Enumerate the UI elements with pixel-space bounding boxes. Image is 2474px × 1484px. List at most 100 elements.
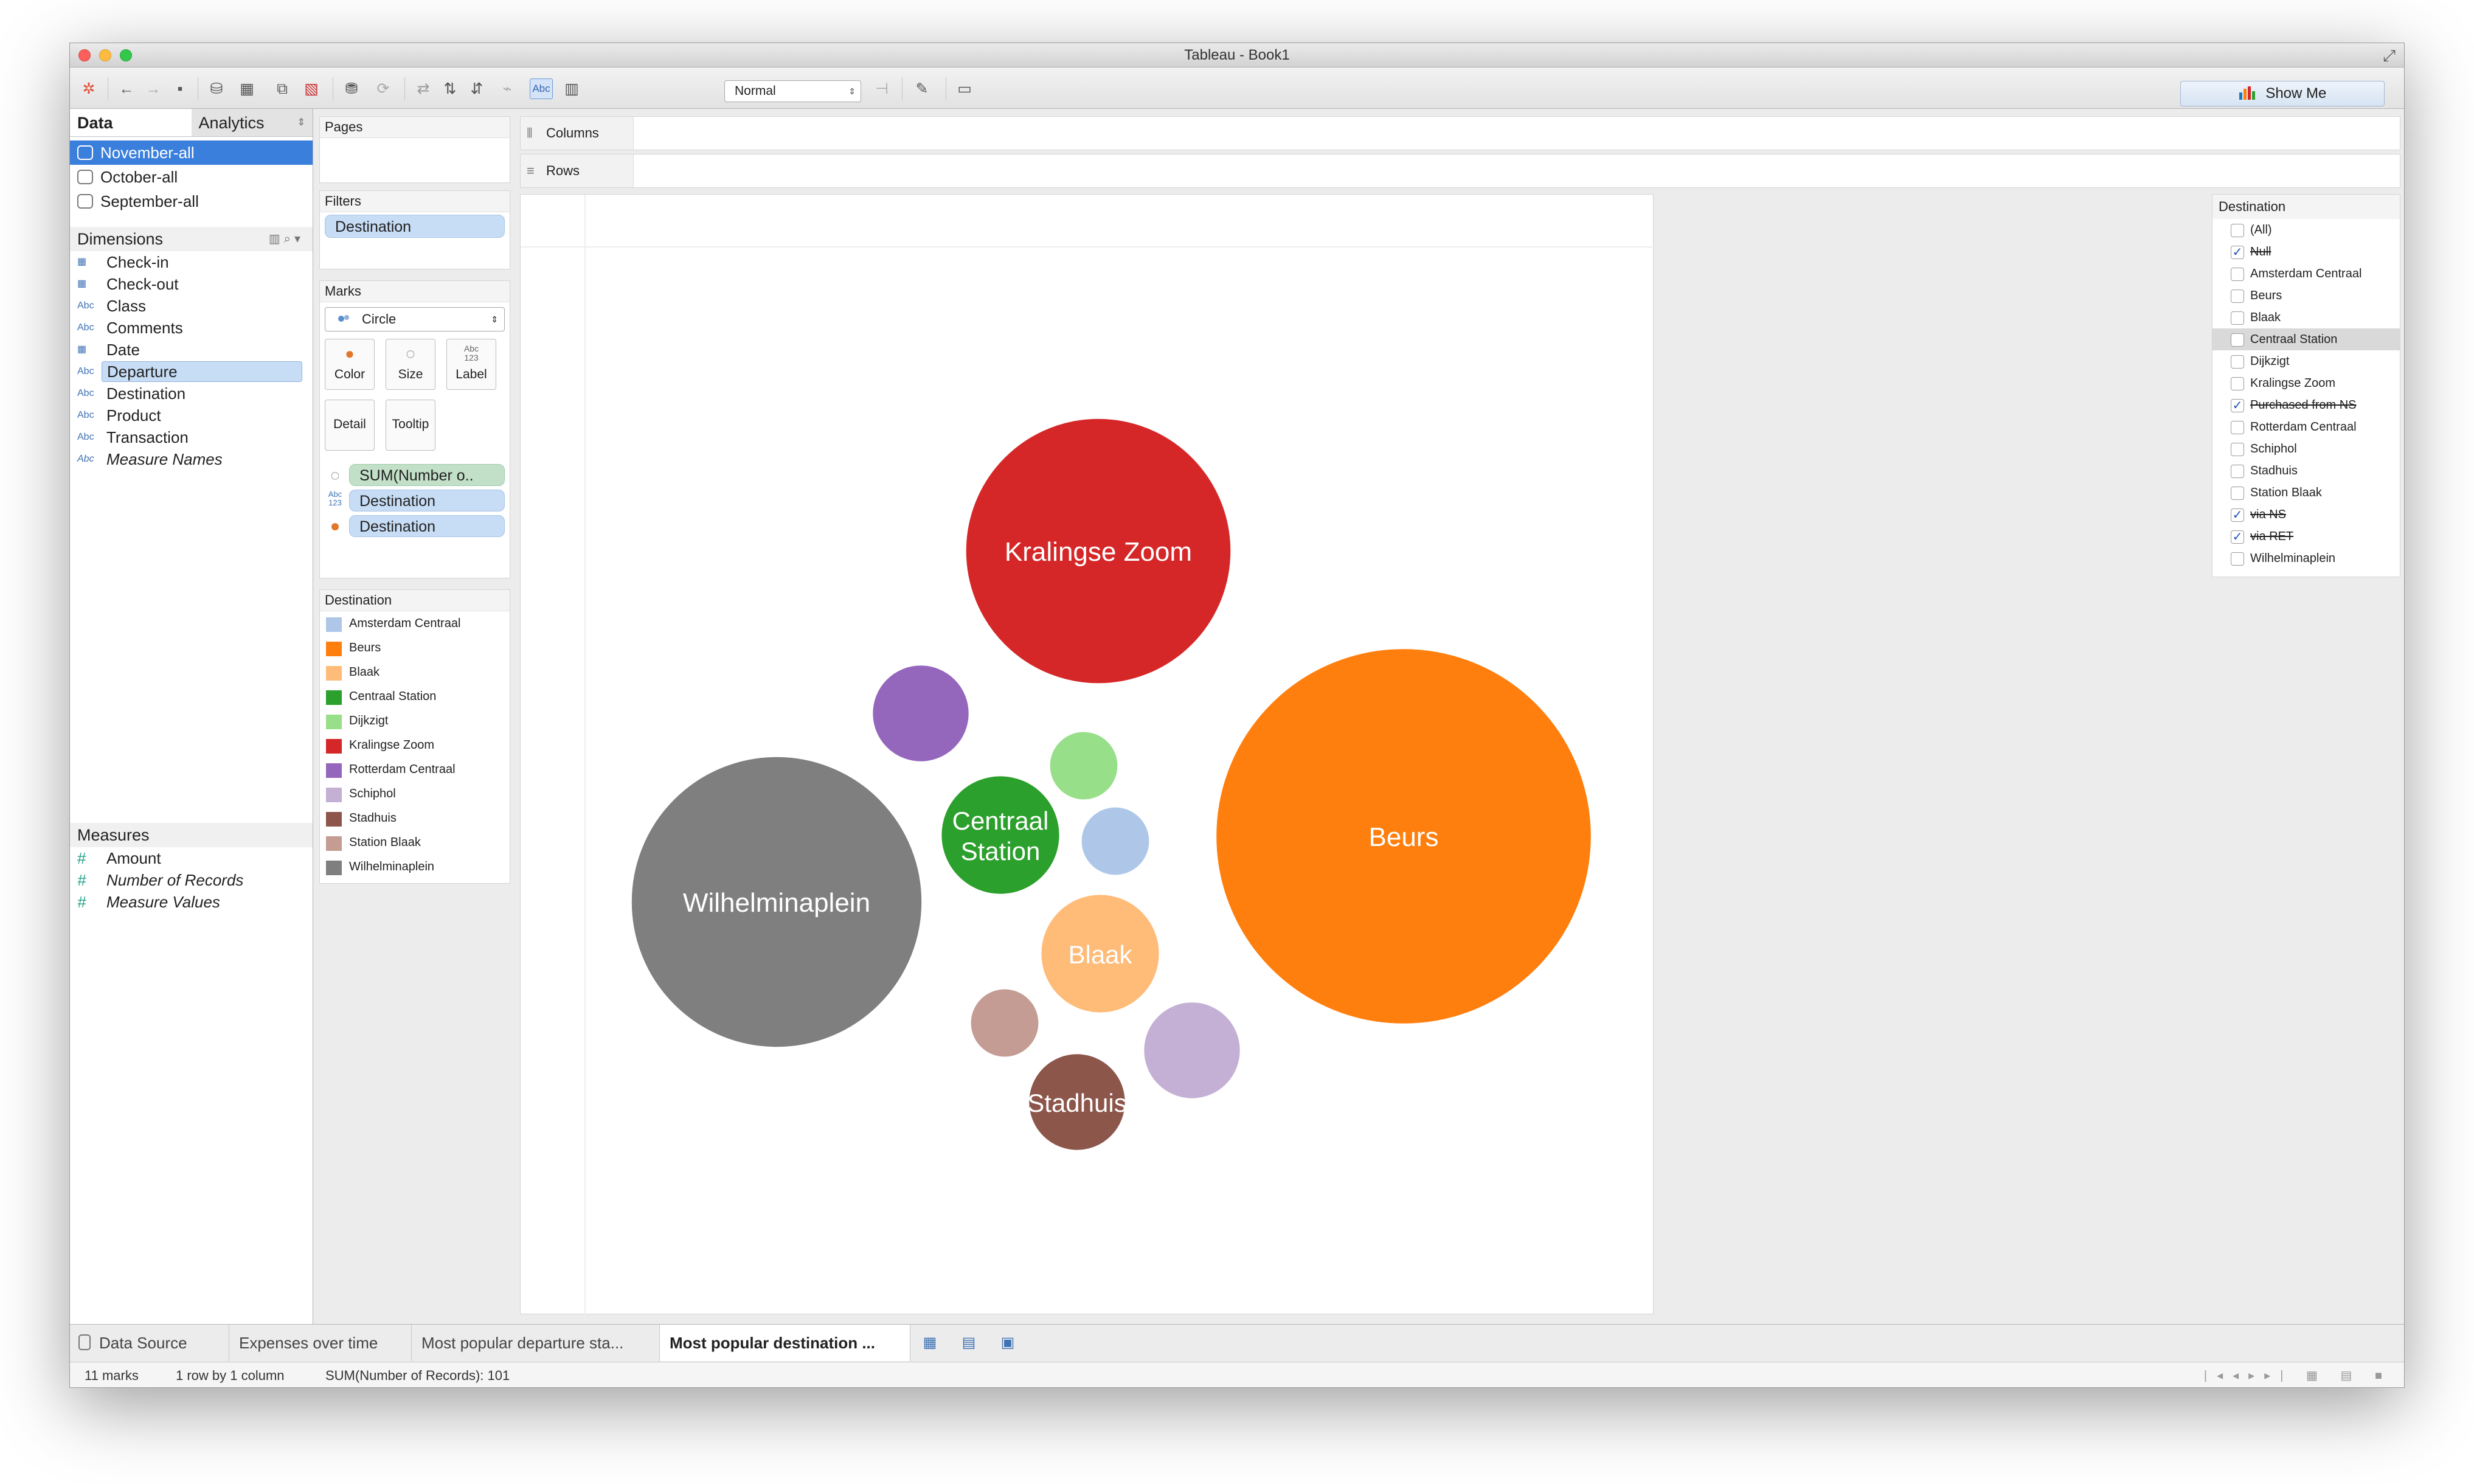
- redo-icon[interactable]: →: [142, 78, 165, 99]
- marks-pill-destination-color[interactable]: Destination: [349, 515, 505, 537]
- checkbox[interactable]: [2231, 465, 2244, 478]
- measure-field-number-of-records[interactable]: # Number of Records: [70, 869, 313, 891]
- legend-item[interactable]: Wilhelminaplein: [320, 855, 510, 879]
- minimize-window-button[interactable]: [99, 49, 111, 61]
- viz-canvas[interactable]: Beurs Wilhelminaplein Kralingse Zoom Centra…: [520, 194, 1654, 1315]
- datasource-item-october-all[interactable]: October-all: [70, 165, 313, 189]
- filter-checkbox-item[interactable]: ✓ Null: [2212, 241, 2400, 263]
- bubble-mark[interactable]: [969, 988, 1040, 1058]
- checkbox[interactable]: [2231, 355, 2244, 369]
- checkbox[interactable]: [2231, 487, 2244, 500]
- tab-most-popular-departure[interactable]: Most popular departure sta...: [412, 1325, 660, 1361]
- pause-updates-icon[interactable]: ⛃: [340, 78, 363, 99]
- filter-checkbox-item[interactable]: Wilhelminaplein: [2212, 547, 2400, 569]
- measure-field-measure-values[interactable]: # Measure Values: [70, 891, 313, 913]
- filter-pill-destination[interactable]: Destination: [325, 215, 505, 238]
- legend-item[interactable]: Beurs: [320, 636, 510, 660]
- legend-item[interactable]: Centraal Station: [320, 684, 510, 709]
- dimension-field-date[interactable]: ▦ Date: [70, 339, 313, 361]
- dimension-field-destination[interactable]: Abc Destination: [70, 383, 313, 404]
- refresh-icon[interactable]: ⟳: [372, 78, 395, 99]
- pages-card[interactable]: Pages: [319, 116, 510, 183]
- save-icon[interactable]: ▪: [168, 78, 192, 99]
- new-worksheet-icon[interactable]: ▦: [235, 78, 258, 99]
- mark-type-select[interactable]: Circle ⇕: [325, 307, 505, 331]
- filter-checkbox-item[interactable]: Kralingse Zoom: [2212, 372, 2400, 394]
- presentation-icon[interactable]: ▭: [953, 78, 976, 99]
- filter-checkbox-item[interactable]: Station Blaak: [2212, 482, 2400, 504]
- datasource-item-november-all[interactable]: November-all: [70, 140, 313, 165]
- new-datasource-icon[interactable]: ⛁: [205, 78, 228, 99]
- checkbox[interactable]: ✓: [2231, 399, 2244, 412]
- sort-descending-icon[interactable]: ⇵: [465, 78, 488, 99]
- filter-checkbox-item[interactable]: Beurs: [2212, 285, 2400, 307]
- bubble-mark[interactable]: [871, 664, 970, 763]
- group-members-icon[interactable]: ⌁: [496, 78, 519, 99]
- filters-card[interactable]: Filters Destination: [319, 190, 510, 269]
- dimension-field-transaction[interactable]: Abc Transaction: [70, 426, 313, 448]
- tab-data-source[interactable]: Data Source: [70, 1325, 229, 1361]
- dimension-field-measure-names[interactable]: Abc Measure Names: [70, 448, 313, 470]
- checkbox[interactable]: [2231, 552, 2244, 566]
- checkbox[interactable]: [2231, 268, 2244, 281]
- legend-item[interactable]: Rotterdam Centraal: [320, 757, 510, 782]
- checkbox[interactable]: ✓: [2231, 508, 2244, 522]
- filter-checkbox-item[interactable]: Rotterdam Centraal: [2212, 416, 2400, 438]
- dimension-field-product[interactable]: Abc Product: [70, 404, 313, 426]
- measure-field-amount[interactable]: # Amount: [70, 847, 313, 869]
- label-button[interactable]: Abc 123 Label: [446, 339, 496, 390]
- show-me-button[interactable]: Show Me: [2180, 81, 2385, 106]
- checkbox[interactable]: [2231, 333, 2244, 347]
- tableau-logo-icon[interactable]: ✲: [77, 78, 100, 99]
- sort-ascending-icon[interactable]: ⇅: [438, 78, 462, 99]
- sheet-nav-buttons[interactable]: |◂◂▸▸| ▦ ▤ ■: [2204, 1362, 2392, 1387]
- filter-checkbox-item[interactable]: ✓ Purchased from NS: [2212, 394, 2400, 416]
- tab-analytics[interactable]: Analytics ⇕: [192, 109, 313, 136]
- checkbox[interactable]: ✓: [2231, 246, 2244, 259]
- view-icon[interactable]: ▥: [269, 232, 284, 246]
- chevron-down-icon[interactable]: ▾: [294, 232, 304, 246]
- detail-button[interactable]: Detail: [325, 400, 375, 451]
- fix-axes-icon[interactable]: ⊣: [870, 78, 893, 99]
- dimension-field-comments[interactable]: Abc Comments: [70, 317, 313, 339]
- dimension-field-check-out[interactable]: ▦ Check-out: [70, 273, 313, 295]
- legend-item[interactable]: Amsterdam Centraal: [320, 611, 510, 636]
- columns-shelf[interactable]: ⦀ Columns: [520, 116, 2400, 150]
- zoom-window-button[interactable]: [120, 49, 132, 61]
- filter-checkbox-item[interactable]: Amsterdam Centraal: [2212, 263, 2400, 285]
- filter-checkbox-item[interactable]: ✓ via NS: [2212, 504, 2400, 525]
- marks-pill-destination-label[interactable]: Destination: [349, 490, 505, 511]
- datasource-item-september-all[interactable]: September-all: [70, 189, 313, 213]
- search-icon[interactable]: ⌕: [284, 232, 294, 246]
- dimension-field-class[interactable]: Abc Class: [70, 295, 313, 317]
- legend-item[interactable]: Schiphol: [320, 782, 510, 806]
- tab-most-popular-destination[interactable]: Most popular destination ...: [660, 1325, 910, 1361]
- swap-icon[interactable]: ⇄: [412, 78, 435, 99]
- filter-checkbox-item[interactable]: Blaak: [2212, 307, 2400, 328]
- bubble-mark[interactable]: [1080, 806, 1151, 876]
- mark-size-select[interactable]: Normal ⇕: [724, 80, 861, 102]
- new-dashboard-icon[interactable]: ▤: [958, 1332, 980, 1354]
- bubble-mark[interactable]: [940, 775, 1061, 895]
- tooltip-button[interactable]: Tooltip: [386, 400, 435, 451]
- filter-checkbox-item[interactable]: Dijkzigt: [2212, 350, 2400, 372]
- fullscreen-icon[interactable]: ⤢: [2383, 47, 2396, 64]
- checkbox[interactable]: [2231, 290, 2244, 303]
- marks-pill-sum-number-of-records[interactable]: SUM(Number o..: [349, 464, 505, 486]
- bubble-mark[interactable]: [1143, 1001, 1241, 1100]
- tab-data[interactable]: Data: [70, 109, 192, 136]
- legend-item[interactable]: Dijkzigt: [320, 709, 510, 733]
- new-worksheet-icon[interactable]: ▦: [919, 1332, 941, 1354]
- checkbox[interactable]: [2231, 443, 2244, 456]
- legend-item[interactable]: Station Blaak: [320, 830, 510, 855]
- bubble-mark[interactable]: [1048, 730, 1119, 801]
- rows-shelf[interactable]: ≡ Rows: [520, 154, 2400, 188]
- undo-icon[interactable]: ←: [115, 78, 138, 99]
- legend-item[interactable]: Stadhuis: [320, 806, 510, 830]
- tab-expenses-over-time[interactable]: Expenses over time: [229, 1325, 412, 1361]
- dimension-field-departure[interactable]: Abc Departure: [70, 361, 313, 383]
- legend-item[interactable]: Kralingse Zoom: [320, 733, 510, 757]
- new-story-icon[interactable]: ▣: [997, 1332, 1019, 1354]
- checkbox[interactable]: ✓: [2231, 530, 2244, 544]
- fit-icon[interactable]: ▥: [560, 78, 583, 99]
